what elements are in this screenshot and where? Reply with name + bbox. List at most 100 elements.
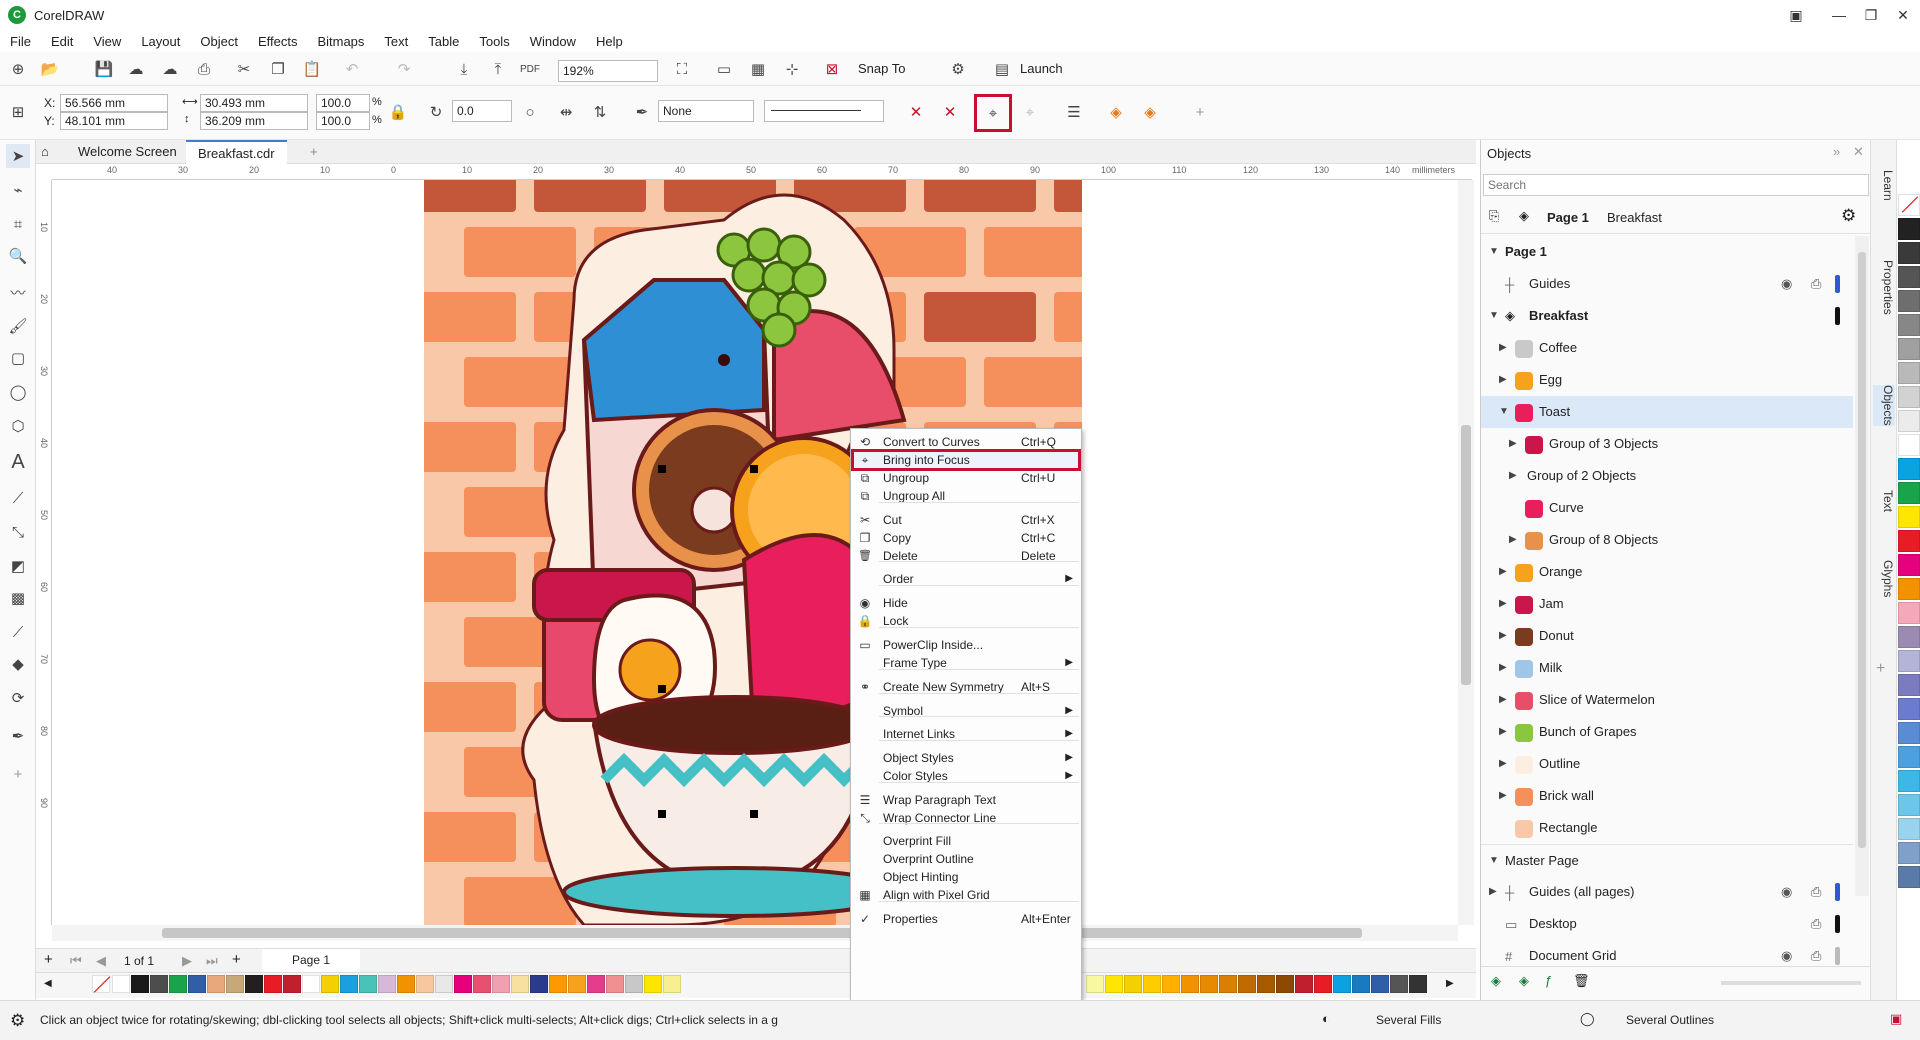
save-icon[interactable]: 💾 <box>92 57 116 81</box>
thumbnail-size-slider[interactable] <box>1721 981 1861 985</box>
object-row-desktop[interactable]: ▭ Desktop ⎙ <box>1481 908 1853 940</box>
color-swatch[interactable] <box>1105 975 1123 993</box>
next-page-icon[interactable]: ▶ <box>182 953 192 969</box>
outline-pen-icon[interactable]: ✒ <box>6 724 30 748</box>
color-swatch[interactable] <box>1898 842 1920 864</box>
object-row-master-page[interactable]: ▼ Master Page <box>1481 844 1853 876</box>
color-swatch[interactable] <box>625 975 643 993</box>
object-row-group-of-3-objects[interactable]: ▶ Group of 3 Objects <box>1481 428 1853 460</box>
object-row-rectangle[interactable]: Rectangle <box>1481 812 1853 844</box>
add-tool-icon[interactable]: + <box>6 762 30 786</box>
selection-handle[interactable] <box>658 810 666 818</box>
printable-icon[interactable]: ⎙ <box>1811 876 1821 908</box>
object-row-milk[interactable]: ▶ Milk <box>1481 652 1853 684</box>
menu-bitmaps[interactable]: Bitmaps <box>307 34 374 49</box>
color-swatch[interactable] <box>663 975 681 993</box>
page-tab-1[interactable]: Page 1 <box>262 949 361 972</box>
cut-toolbar-icon[interactable]: ✂ <box>232 57 256 81</box>
break-apart-icon[interactable]: ✕ <box>904 100 928 124</box>
expand-toggle-icon[interactable]: ▶ <box>1499 556 1507 588</box>
color-swatch[interactable] <box>283 975 301 993</box>
to-front-icon[interactable]: ◈ <box>1104 100 1128 124</box>
expand-toggle-icon[interactable]: ▶ <box>1509 460 1517 492</box>
home-icon[interactable]: ⌂ <box>36 140 60 164</box>
color-swatch[interactable] <box>169 975 187 993</box>
polygon-tool-icon[interactable]: ⬡ <box>6 414 30 438</box>
object-row-slice-of-watermelon[interactable]: ▶ Slice of Watermelon <box>1481 684 1853 716</box>
color-swatch[interactable] <box>378 975 396 993</box>
rotation-input[interactable]: 0.0 <box>452 100 512 122</box>
bring-into-focus-toolbar-button[interactable]: ⌖ <box>974 94 1012 132</box>
color-swatch[interactable] <box>1143 975 1161 993</box>
drop-shadow-icon[interactable]: ◩ <box>6 554 30 578</box>
zoom-tool-icon[interactable]: 🔍 <box>6 244 30 268</box>
new-symbol-icon[interactable]: ƒ <box>1545 973 1552 988</box>
objects-scroll-thumb[interactable] <box>1858 252 1866 848</box>
color-swatch[interactable] <box>1898 578 1920 600</box>
color-swatch[interactable] <box>606 975 624 993</box>
no-color-swatch[interactable] <box>92 975 111 993</box>
color-swatch[interactable] <box>435 975 453 993</box>
color-swatch[interactable] <box>416 975 434 993</box>
tab-breakfast-cdr[interactable]: Breakfast.cdr <box>186 140 287 164</box>
color-swatch[interactable] <box>1898 290 1920 312</box>
color-swatch[interactable] <box>1257 975 1275 993</box>
side-tab-glyphs[interactable]: Glyphs <box>1873 560 1895 597</box>
color-swatch[interactable] <box>1898 434 1920 456</box>
object-row-egg[interactable]: ▶ Egg <box>1481 364 1853 396</box>
menu-item-frame-type[interactable]: Frame Type ▶ <box>851 652 1081 674</box>
menu-window[interactable]: Window <box>520 34 586 49</box>
menu-file[interactable]: File <box>0 34 41 49</box>
color-swatch[interactable] <box>1898 362 1920 384</box>
first-page-icon[interactable]: ⏮ <box>70 953 82 969</box>
artistic-media-icon[interactable]: 🖌 <box>6 314 30 338</box>
color-swatch[interactable] <box>1898 194 1920 216</box>
open-folder-icon[interactable]: 📂 <box>38 57 62 81</box>
color-swatch[interactable] <box>1898 674 1920 696</box>
ungroup-toolbar-icon[interactable]: ✕ <box>938 100 962 124</box>
text-tool-icon[interactable]: A <box>6 450 30 474</box>
docker-close-icon[interactable]: ✕ <box>1853 144 1864 160</box>
menu-item-ungroup-all[interactable]: ⧉ Ungroup All <box>851 485 1081 507</box>
object-row-guides-all-pages[interactable]: ▶ ┼ Guides (all pages) ◉ ⎙ <box>1481 876 1853 908</box>
vertical-scrollbar[interactable] <box>1458 180 1474 925</box>
tab-welcome-screen[interactable]: Welcome Screen <box>66 140 189 164</box>
scale-width-input[interactable]: 100.0 <box>316 94 370 112</box>
color-swatch[interactable] <box>264 975 282 993</box>
prev-page-icon[interactable]: ◀ <box>96 953 106 969</box>
rectangle-tool-icon[interactable]: ▢ <box>6 346 30 370</box>
color-swatch[interactable] <box>1200 975 1218 993</box>
shape-tool-icon[interactable]: ⌁ <box>6 178 30 202</box>
object-row-coffee[interactable]: ▶ Coffee <box>1481 332 1853 364</box>
menu-text[interactable]: Text <box>374 34 418 49</box>
color-swatch[interactable] <box>1898 794 1920 816</box>
export-icon[interactable]: ⤒ <box>486 57 510 81</box>
color-swatch[interactable] <box>1352 975 1370 993</box>
expand-toggle-icon[interactable]: ▶ <box>1499 748 1507 780</box>
print-icon[interactable]: ⎙ <box>192 57 216 81</box>
mirror-horizontal-icon[interactable]: ⇹ <box>554 100 578 124</box>
selection-handle[interactable] <box>658 685 666 693</box>
collapse-toggle-icon[interactable]: ▼ <box>1489 236 1499 268</box>
cloud-upload-icon[interactable]: ☁ <box>124 57 148 81</box>
color-swatch[interactable] <box>226 975 244 993</box>
menu-item-lock[interactable]: 🔒 Lock <box>851 610 1081 632</box>
menu-item-internet-links[interactable]: Internet Links ▶ <box>851 723 1081 745</box>
snap-to-dropdown[interactable]: Snap To <box>858 61 905 76</box>
color-swatch[interactable] <box>131 975 149 993</box>
side-tab-learn[interactable]: Learn <box>1873 170 1895 201</box>
menu-item-delete[interactable]: 🗑 Delete Delete <box>851 545 1081 567</box>
color-swatch[interactable] <box>1162 975 1180 993</box>
color-swatch[interactable] <box>112 975 130 993</box>
pick-tool-icon[interactable]: ➤ <box>6 144 30 168</box>
object-row-group-of-8-objects[interactable]: ▶ Group of 8 Objects <box>1481 524 1853 556</box>
color-swatch[interactable] <box>492 975 510 993</box>
zoom-fit-icon[interactable]: ⛶ <box>670 57 694 81</box>
color-swatch[interactable] <box>397 975 415 993</box>
outline-style-dropdown[interactable] <box>764 100 884 122</box>
color-proof-icon[interactable]: ▣ <box>1890 1011 1902 1027</box>
rotation-icon[interactable]: ↻ <box>424 100 448 124</box>
color-swatch[interactable] <box>568 975 586 993</box>
color-swatch[interactable] <box>1314 975 1332 993</box>
color-swatch[interactable] <box>473 975 491 993</box>
